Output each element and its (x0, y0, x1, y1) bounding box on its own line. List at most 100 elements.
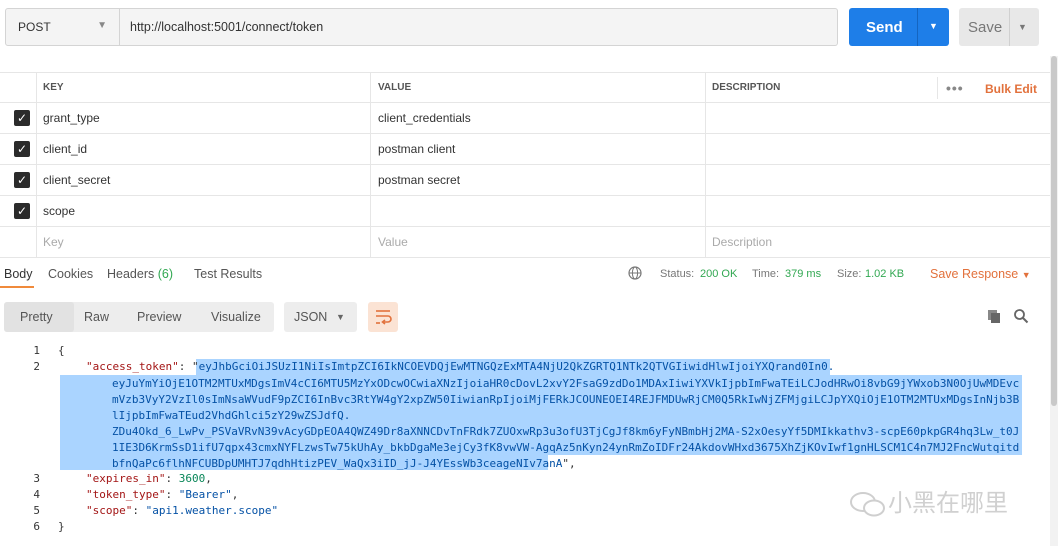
param-value[interactable]: postman secret (370, 165, 705, 195)
save-response-label: Save Response (930, 267, 1019, 281)
json-key: "token_type" (86, 488, 166, 501)
json-key: "access_token" (86, 360, 179, 373)
method-value: POST (18, 20, 51, 34)
format-value: JSON (294, 310, 328, 324)
tab-headers-label: Headers (107, 267, 155, 281)
code-line: "scope": "api1.weather.scope" (86, 504, 279, 517)
checkbox-checked-icon[interactable]: ✓ (14, 203, 30, 219)
send-label: Send (866, 19, 903, 36)
token-signature-wrap: ZDu4Okd_6_LwPv_PSVaVRvN39vAcyGDpEOA4QWZ4… (112, 424, 1022, 472)
json-punct: ", (562, 457, 576, 470)
table-header: KEY VALUE DESCRIPTION ••• Bulk Edit (0, 72, 1050, 103)
table-row: ✓ client_id postman client (0, 134, 1050, 165)
tab-test-results[interactable]: Test Results (194, 267, 262, 281)
response-tabs: Body Cookies Headers (6) Test Results St… (0, 259, 1050, 289)
url-input[interactable]: http://localhost:5001/connect/token (120, 8, 838, 46)
chevron-down-icon[interactable]: ▼ (929, 21, 938, 31)
search-icon[interactable] (1013, 308, 1029, 324)
save-label: Save (968, 19, 1003, 36)
table-row: ✓ client_secret postman secret (0, 165, 1050, 196)
tab-headers[interactable]: Headers (6) (107, 267, 173, 281)
header-value: VALUE (370, 73, 705, 102)
new-key-input[interactable]: Key (36, 227, 370, 257)
more-options-icon[interactable]: ••• (946, 80, 964, 96)
watermark-text: 小黑在哪里 (888, 489, 1008, 517)
copy-icon[interactable] (986, 308, 1002, 324)
tab-cookies[interactable]: Cookies (48, 267, 93, 281)
save-response-button[interactable]: Save Response ▼ (930, 267, 1031, 281)
checkbox-checked-icon[interactable]: ✓ (14, 172, 30, 188)
param-key[interactable]: client_secret (36, 165, 370, 195)
mode-raw[interactable]: Raw (84, 310, 109, 324)
token-payload: eyJuYmYiOjE1OTM2MTUxMDgsImV4cCI6MTU5MzYx… (112, 377, 1020, 422)
line-number: 5 (33, 504, 40, 517)
param-key[interactable]: client_id (36, 134, 370, 164)
line-number: 2 (33, 360, 40, 373)
json-key: "scope" (86, 504, 133, 517)
table-row: ✓ scope (0, 196, 1050, 227)
line-number: 6 (33, 520, 40, 533)
tab-body[interactable]: Body (4, 267, 33, 281)
checkbox-checked-icon[interactable]: ✓ (14, 110, 30, 126)
param-value[interactable]: postman client (370, 134, 705, 164)
chevron-down-icon: ▼ (97, 20, 107, 31)
json-string: eyJhbGciOiJSUzI1NiIsImtpZCI6IkNCOEVDQjEw… (198, 360, 835, 373)
format-select[interactable]: JSON ▼ (284, 302, 357, 332)
status-label: Status: (660, 268, 695, 280)
new-description-input[interactable]: Description (705, 227, 1050, 257)
json-string: "api1.weather.scope" (145, 504, 279, 517)
param-key[interactable]: scope (36, 196, 370, 226)
param-description[interactable] (705, 165, 1050, 195)
new-value-input[interactable]: Value (370, 227, 705, 257)
wrap-lines-icon (376, 310, 392, 325)
table-row-empty: Key Value Description (0, 227, 1050, 258)
headers-count: (6) (157, 267, 174, 281)
param-value[interactable]: client_credentials (370, 103, 705, 133)
divider (937, 77, 938, 99)
code-line: { (58, 344, 65, 357)
scrollbar-thumb[interactable] (1051, 56, 1057, 406)
param-value[interactable] (370, 196, 705, 226)
wrap-lines-button[interactable] (368, 302, 398, 332)
code-line: } (58, 520, 65, 533)
save-divider (1009, 8, 1010, 46)
status-value: 200 OK (700, 268, 738, 280)
chevron-down-icon: ▼ (336, 312, 345, 322)
mode-visualize[interactable]: Visualize (211, 310, 261, 324)
param-key[interactable]: grant_type (36, 103, 370, 133)
param-description[interactable] (705, 196, 1050, 226)
code-line: "access_token": "eyJhbGciOiJSUzI1NiIsImt… (86, 360, 834, 373)
mode-pretty[interactable]: Pretty (20, 310, 53, 324)
line-number: 3 (33, 472, 40, 485)
active-tab-indicator (0, 286, 34, 288)
send-button[interactable]: Send ▼ (849, 8, 949, 46)
time-value: 379 ms (785, 268, 822, 280)
header-key: KEY (36, 73, 370, 102)
save-button[interactable]: Save ▼ (959, 8, 1039, 46)
vertical-scrollbar[interactable] (1050, 56, 1058, 546)
table-row: ✓ grant_type client_credentials (0, 103, 1050, 134)
time-label: Time: (752, 268, 780, 280)
chevron-down-icon: ▼ (1021, 270, 1031, 280)
url-value: http://localhost:5001/connect/token (130, 20, 324, 34)
code-line: "token_type": "Bearer", (86, 488, 239, 501)
line-number: 1 (33, 344, 40, 357)
code-line: "expires_in": 3600, (86, 472, 212, 485)
bulk-edit-link[interactable]: Bulk Edit (985, 82, 1037, 96)
checkbox-checked-icon[interactable]: ✓ (14, 141, 30, 157)
line-number: 4 (33, 488, 40, 501)
param-description[interactable] (705, 134, 1050, 164)
globe-icon[interactable] (628, 266, 642, 280)
size-value: 1.02 KB (865, 268, 905, 280)
json-punct: : " (178, 360, 199, 373)
wechat-icon (850, 492, 885, 517)
json-string: "Bearer" (178, 488, 232, 501)
param-description[interactable] (705, 103, 1050, 133)
watermark: 小黑在哪里 (848, 483, 1008, 519)
size-label: Size: (837, 268, 862, 280)
chevron-down-icon[interactable]: ▼ (1018, 22, 1027, 32)
method-select[interactable]: POST ▼ (5, 8, 120, 46)
view-mode-group: Pretty Raw Preview Visualize (4, 302, 274, 332)
json-key: "expires_in" (86, 472, 166, 485)
mode-preview[interactable]: Preview (137, 310, 181, 324)
